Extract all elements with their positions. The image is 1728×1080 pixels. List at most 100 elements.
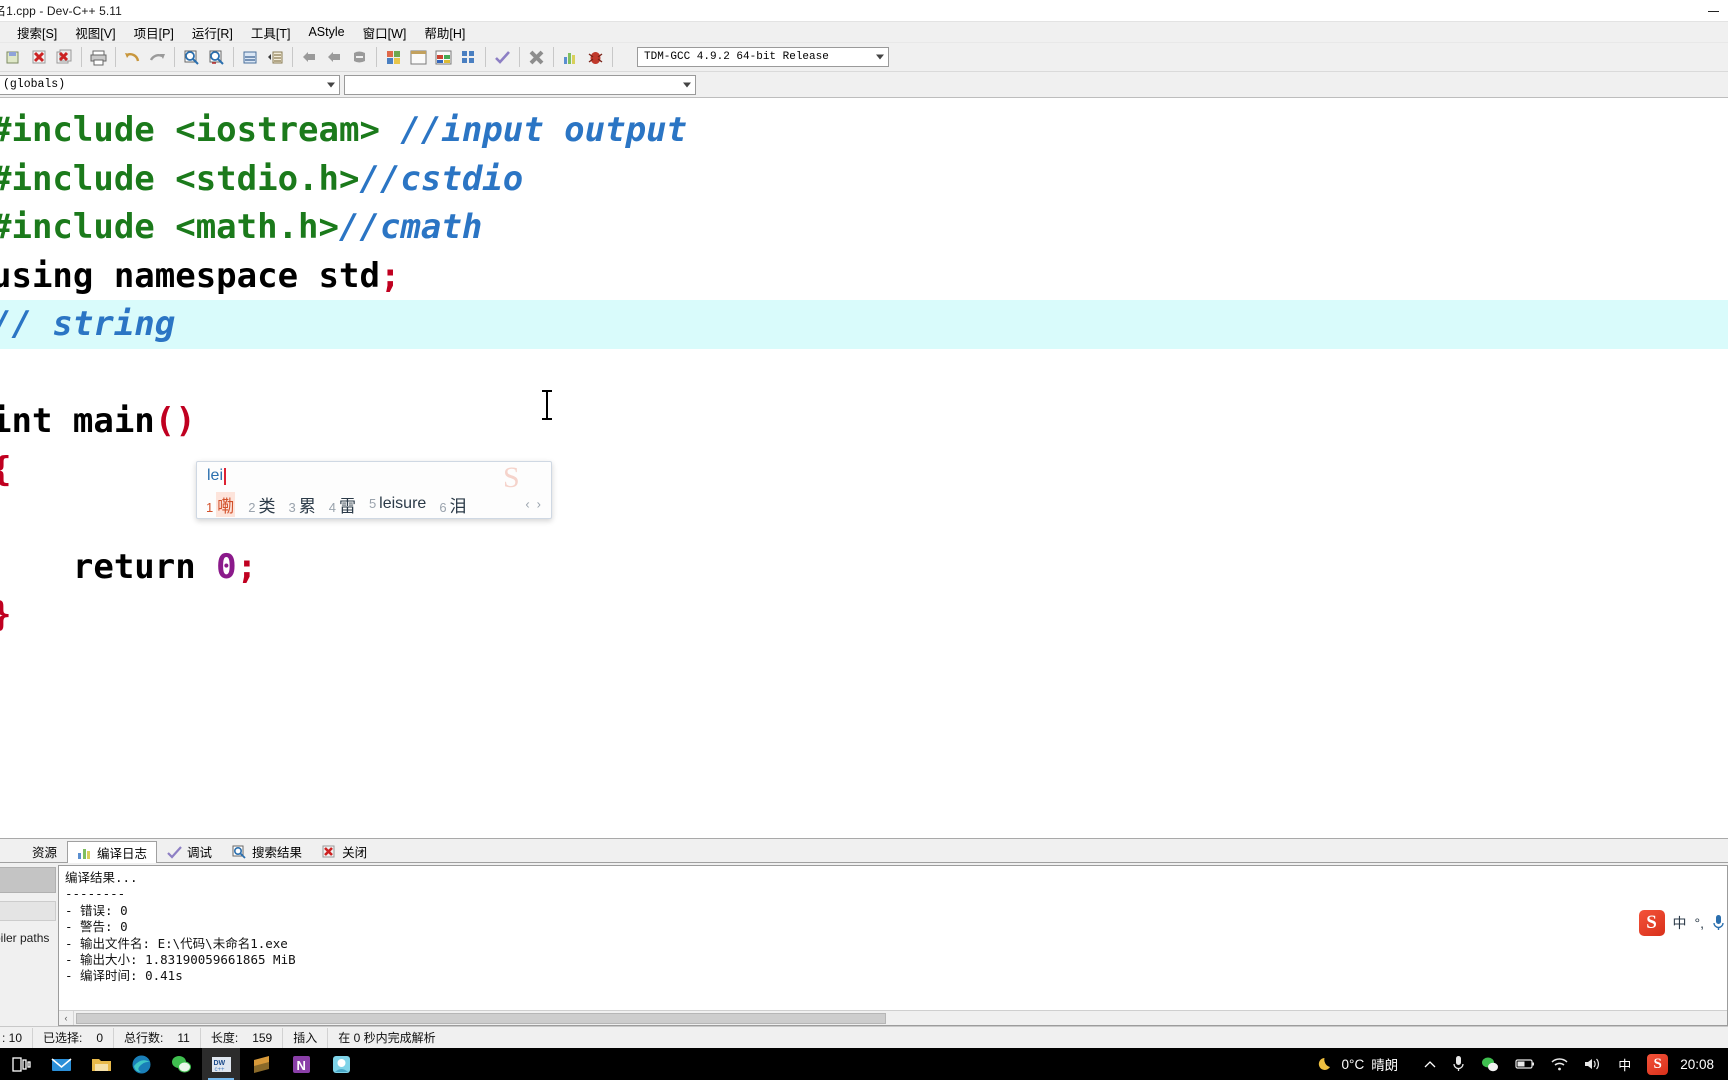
edge-icon[interactable] bbox=[122, 1048, 160, 1080]
check-syntax-icon[interactable] bbox=[490, 45, 515, 69]
minimize-button[interactable] bbox=[1698, 0, 1728, 22]
menu-item-astyle[interactable]: AStyle bbox=[299, 23, 353, 41]
code-editor[interactable]: #include <iostream> //input output #inclu… bbox=[0, 98, 1728, 838]
stop-icon[interactable] bbox=[347, 45, 372, 69]
mail-icon[interactable] bbox=[42, 1048, 80, 1080]
code-line-4[interactable]: using namespace std; bbox=[0, 252, 1728, 301]
code-line-5[interactable]: // string bbox=[0, 300, 1728, 349]
forward-icon[interactable] bbox=[322, 45, 347, 69]
tab-debug[interactable]: 调试 bbox=[157, 840, 222, 862]
taskview-icon[interactable] bbox=[2, 1048, 40, 1080]
find-next-icon[interactable] bbox=[204, 45, 229, 69]
new-project-icon[interactable] bbox=[381, 45, 406, 69]
sogou-mic-icon[interactable] bbox=[1712, 914, 1725, 932]
ime-pager[interactable]: ‹ › bbox=[525, 497, 541, 512]
ime-next-page-icon[interactable]: › bbox=[537, 497, 541, 512]
ime-prev-page-icon[interactable]: ‹ bbox=[525, 497, 529, 512]
menu-item-project[interactable]: 项目[P] bbox=[125, 22, 183, 42]
code-line-1[interactable]: #include <iostream> //input output bbox=[0, 106, 1728, 155]
close-all-icon[interactable] bbox=[52, 45, 77, 69]
undo-icon[interactable] bbox=[120, 45, 145, 69]
tray-expand-chevron-icon[interactable] bbox=[1416, 1048, 1444, 1080]
ime-candidate-5[interactable]: 5 leisure bbox=[369, 495, 426, 513]
goto-line-icon[interactable] bbox=[238, 45, 263, 69]
code-line-2[interactable]: #include <stdio.h>//cstdio bbox=[0, 155, 1728, 204]
redo-icon[interactable] bbox=[145, 45, 170, 69]
menu-item-run[interactable]: 运行[R] bbox=[183, 22, 242, 42]
sogou-punct-toggle[interactable]: °, bbox=[1695, 915, 1705, 931]
code-token: //cstdio bbox=[359, 158, 524, 199]
onenote-icon[interactable]: N bbox=[282, 1048, 320, 1080]
taskbar-clock[interactable]: 20:08 bbox=[1676, 1057, 1720, 1072]
tab-resources[interactable]: 资源 bbox=[2, 840, 67, 862]
sublime-icon[interactable] bbox=[242, 1048, 280, 1080]
ime-candidate-2[interactable]: 2类 bbox=[248, 492, 275, 517]
menu-item-window[interactable]: 窗口[W] bbox=[354, 22, 416, 42]
indent-icon[interactable] bbox=[263, 45, 288, 69]
ime-language-indicator[interactable]: 中 bbox=[1610, 1048, 1639, 1080]
weather-description: 晴朗 bbox=[1371, 1058, 1399, 1073]
taskbar-apps: DW c++ N bbox=[2, 1048, 360, 1080]
debug-icon[interactable] bbox=[583, 45, 608, 69]
file-explorer-icon[interactable] bbox=[82, 1048, 120, 1080]
code-line-7[interactable]: int main() bbox=[0, 397, 1728, 446]
ime-candidate-6[interactable]: 6泪 bbox=[439, 492, 466, 517]
menu-item-view[interactable]: 视图[V] bbox=[66, 22, 124, 42]
profile-analysis-icon[interactable] bbox=[558, 45, 583, 69]
member-select[interactable] bbox=[344, 74, 696, 95]
tab-search-results[interactable]: 搜索结果 bbox=[222, 840, 312, 862]
devcpp-icon[interactable]: DW c++ bbox=[202, 1048, 240, 1080]
wechat-tray-icon[interactable] bbox=[1473, 1048, 1507, 1080]
code-token: //cmath bbox=[339, 207, 483, 247]
paths-field-2[interactable] bbox=[0, 901, 56, 921]
ime-candidate-list[interactable]: 1 嘞 2 类 3 累 4 雷 5 leisure 6 泪 ‹ › bbox=[197, 490, 551, 518]
menu-item-search[interactable]: 搜索[S] bbox=[8, 22, 66, 42]
log-horizontal-scrollbar[interactable]: ‹ bbox=[59, 1010, 1727, 1025]
ime-candidate-text: 累 bbox=[298, 496, 316, 516]
find-icon[interactable] bbox=[179, 45, 204, 69]
battery-icon[interactable] bbox=[1507, 1048, 1543, 1080]
scope-select[interactable]: (globals) bbox=[0, 74, 340, 95]
weather-temperature: 0°C bbox=[1341, 1056, 1365, 1072]
weather-widget[interactable]: 0°C 晴朗 bbox=[1311, 1054, 1417, 1074]
sogou-ime-floating-bar[interactable]: S 中 °, bbox=[1638, 910, 1726, 936]
close-file-icon[interactable] bbox=[27, 45, 52, 69]
paths-field-1[interactable] bbox=[0, 867, 56, 893]
ime-candidate-4[interactable]: 4雷 bbox=[329, 492, 356, 517]
sogou-logo-icon[interactable]: S bbox=[1638, 910, 1665, 936]
compile-log-box[interactable]: 编译结果... -------- - 错误: 0 - 警告: 0 - 输出文件名… bbox=[58, 865, 1728, 1026]
rebuild-icon[interactable] bbox=[456, 45, 481, 69]
scrollbar-thumb[interactable] bbox=[76, 1012, 886, 1024]
tab-compile-log[interactable]: 编译日志 bbox=[67, 841, 158, 863]
print-icon[interactable] bbox=[86, 45, 111, 69]
ime-candidate-1[interactable]: 1嘞 bbox=[206, 491, 236, 517]
code-line-10[interactable]: return 0; bbox=[0, 543, 1728, 592]
microphone-icon[interactable] bbox=[1444, 1048, 1473, 1080]
sogou-tray-icon[interactable]: S bbox=[1639, 1048, 1676, 1080]
save-all-icon[interactable] bbox=[2, 45, 27, 69]
media-player-icon[interactable] bbox=[322, 1048, 360, 1080]
wechat-icon[interactable] bbox=[162, 1048, 200, 1080]
compiler-profile-select[interactable]: TDM-GCC 4.9.2 64-bit Release bbox=[637, 47, 889, 67]
code-token: ; bbox=[379, 255, 401, 296]
menu-item-tools[interactable]: 工具[T] bbox=[242, 22, 300, 42]
compile-run-icon[interactable] bbox=[431, 45, 456, 69]
scroll-left-icon[interactable]: ‹ bbox=[59, 1011, 74, 1025]
volume-icon[interactable] bbox=[1576, 1048, 1610, 1080]
status-insert-mode[interactable]: 插入 bbox=[283, 1027, 329, 1048]
tab-close[interactable]: 关闭 bbox=[312, 840, 377, 862]
back-icon[interactable] bbox=[297, 45, 322, 69]
code-line-6[interactable] bbox=[0, 349, 1728, 398]
sogou-lang-toggle[interactable]: 中 bbox=[1673, 913, 1687, 933]
code-line-3[interactable]: #include <math.h>//cmath bbox=[0, 203, 1728, 252]
abort-compile-icon[interactable] bbox=[524, 45, 549, 69]
code-text[interactable]: #include <iostream> //input output #inclu… bbox=[0, 98, 1728, 640]
code-line-11[interactable]: } bbox=[0, 591, 1728, 640]
bottom-panel-body: piler paths 编译结果... -------- - 错误: 0 - 警… bbox=[0, 863, 1728, 1026]
wifi-icon[interactable] bbox=[1543, 1048, 1576, 1080]
ime-candidate-3[interactable]: 3累 bbox=[288, 492, 315, 517]
new-window-icon[interactable] bbox=[406, 45, 431, 69]
sogou-tray-logo: S bbox=[1647, 1053, 1669, 1075]
ime-candidate-window[interactable]: S lei 1 嘞 2 类 3 累 4 雷 5 leisure 6 泪 ‹ › bbox=[196, 461, 552, 519]
menu-item-help[interactable]: 帮助[H] bbox=[415, 22, 474, 42]
